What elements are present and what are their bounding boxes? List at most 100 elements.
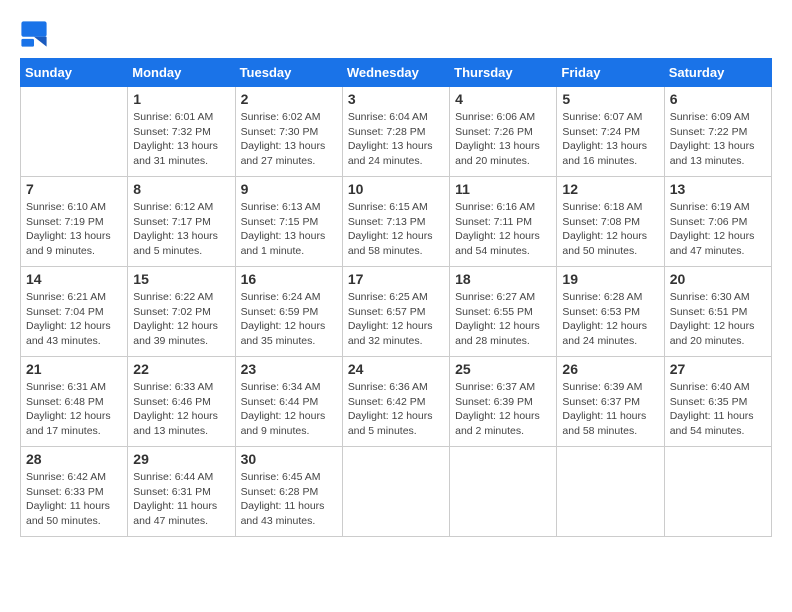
cell-content: Sunrise: 6:39 AM Sunset: 6:37 PM Dayligh… bbox=[562, 380, 658, 439]
cell-content: Sunrise: 6:02 AM Sunset: 7:30 PM Dayligh… bbox=[241, 110, 337, 169]
calendar-cell: 25Sunrise: 6:37 AM Sunset: 6:39 PM Dayli… bbox=[450, 357, 557, 447]
calendar-cell: 12 Sunrise: 6:18 AM Sunset: 7:08 PM Dayli… bbox=[557, 177, 664, 267]
day-number: 4 bbox=[455, 91, 551, 107]
cell-content: Sunrise: 6:07 AM Sunset: 7:24 PM Dayligh… bbox=[562, 110, 658, 169]
cell-content: Sunrise: 6:06 AM Sunset: 7:26 PM Dayligh… bbox=[455, 110, 551, 169]
cell-content: Sunrise: 6:30 AM Sunset: 6:51 PM Dayligh… bbox=[670, 290, 766, 349]
calendar-cell: 9 Sunrise: 6:13 AM Sunset: 7:15 PM Daylig… bbox=[235, 177, 342, 267]
week-row-4: 21 Sunrise: 6:31 AM Sunset: 6:48 PM Dayli… bbox=[21, 357, 772, 447]
day-number: 27 bbox=[670, 361, 766, 377]
cell-content: Sunrise: 6:09 AM Sunset: 7:22 PM Dayligh… bbox=[670, 110, 766, 169]
calendar-cell: 1Sunrise: 6:01 AM Sunset: 7:32 PM Daylig… bbox=[128, 87, 235, 177]
cell-content: Sunrise: 6:31 AM Sunset: 6:48 PM Dayligh… bbox=[26, 380, 122, 439]
day-number: 5 bbox=[562, 91, 658, 107]
cell-content: Sunrise: 6:37 AM Sunset: 6:39 PM Dayligh… bbox=[455, 380, 551, 439]
day-number: 3 bbox=[348, 91, 444, 107]
calendar-cell: 18 Sunrise: 6:27 AM Sunset: 6:55 PM Dayli… bbox=[450, 267, 557, 357]
header-cell-tuesday: Tuesday bbox=[235, 59, 342, 87]
header-cell-wednesday: Wednesday bbox=[342, 59, 449, 87]
calendar-cell bbox=[557, 447, 664, 537]
cell-content: Sunrise: 6:12 AM Sunset: 7:17 PM Dayligh… bbox=[133, 200, 229, 259]
day-number: 10 bbox=[348, 181, 444, 197]
cell-content: Sunrise: 6:22 AM Sunset: 7:02 PM Dayligh… bbox=[133, 290, 229, 349]
calendar-cell bbox=[21, 87, 128, 177]
calendar-cell: 22 Sunrise: 6:33 AM Sunset: 6:46 PM Dayli… bbox=[128, 357, 235, 447]
calendar-cell: 19 Sunrise: 6:28 AM Sunset: 6:53 PM Dayli… bbox=[557, 267, 664, 357]
header-row: SundayMondayTuesdayWednesdayThursdayFrid… bbox=[21, 59, 772, 87]
cell-content: Sunrise: 6:13 AM Sunset: 7:15 PM Dayligh… bbox=[241, 200, 337, 259]
day-number: 11 bbox=[455, 181, 551, 197]
day-number: 12 bbox=[562, 181, 658, 197]
cell-content: Sunrise: 6:16 AM Sunset: 7:11 PM Dayligh… bbox=[455, 200, 551, 259]
cell-content: Sunrise: 6:45 AM Sunset: 6:28 PM Dayligh… bbox=[241, 470, 337, 529]
cell-content: Sunrise: 6:10 AM Sunset: 7:19 PM Dayligh… bbox=[26, 200, 122, 259]
logo bbox=[20, 20, 50, 48]
day-number: 20 bbox=[670, 271, 766, 287]
cell-content: Sunrise: 6:25 AM Sunset: 6:57 PM Dayligh… bbox=[348, 290, 444, 349]
calendar-cell: 4 Sunrise: 6:06 AM Sunset: 7:26 PM Daylig… bbox=[450, 87, 557, 177]
calendar-cell: 15 Sunrise: 6:22 AM Sunset: 7:02 PM Dayli… bbox=[128, 267, 235, 357]
cell-content: Sunrise: 6:15 AM Sunset: 7:13 PM Dayligh… bbox=[348, 200, 444, 259]
calendar-cell bbox=[342, 447, 449, 537]
calendar-cell: 6 Sunrise: 6:09 AM Sunset: 7:22 PM Daylig… bbox=[664, 87, 771, 177]
day-number: 30 bbox=[241, 451, 337, 467]
day-number: 22 bbox=[133, 361, 229, 377]
header-cell-monday: Monday bbox=[128, 59, 235, 87]
logo-icon bbox=[20, 20, 48, 48]
day-number: 18 bbox=[455, 271, 551, 287]
calendar-cell bbox=[664, 447, 771, 537]
header-cell-thursday: Thursday bbox=[450, 59, 557, 87]
day-number: 7 bbox=[26, 181, 122, 197]
cell-content: Sunrise: 6:40 AM Sunset: 6:35 PM Dayligh… bbox=[670, 380, 766, 439]
calendar-cell: 30 Sunrise: 6:45 AM Sunset: 6:28 PM Dayli… bbox=[235, 447, 342, 537]
calendar-cell: 21 Sunrise: 6:31 AM Sunset: 6:48 PM Dayli… bbox=[21, 357, 128, 447]
cell-content: Sunrise: 6:42 AM Sunset: 6:33 PM Dayligh… bbox=[26, 470, 122, 529]
day-number: 19 bbox=[562, 271, 658, 287]
day-number: 21 bbox=[26, 361, 122, 377]
calendar-cell: 2Sunrise: 6:02 AM Sunset: 7:30 PM Daylig… bbox=[235, 87, 342, 177]
calendar-table: SundayMondayTuesdayWednesdayThursdayFrid… bbox=[20, 58, 772, 537]
calendar-cell: 11 Sunrise: 6:16 AM Sunset: 7:11 PM Dayli… bbox=[450, 177, 557, 267]
cell-content: Sunrise: 6:19 AM Sunset: 7:06 PM Dayligh… bbox=[670, 200, 766, 259]
cell-content: Sunrise: 6:36 AM Sunset: 6:42 PM Dayligh… bbox=[348, 380, 444, 439]
header-cell-friday: Friday bbox=[557, 59, 664, 87]
day-number: 15 bbox=[133, 271, 229, 287]
cell-content: Sunrise: 6:44 AM Sunset: 6:31 PM Dayligh… bbox=[133, 470, 229, 529]
day-number: 8 bbox=[133, 181, 229, 197]
day-number: 6 bbox=[670, 91, 766, 107]
week-row-5: 28 Sunrise: 6:42 AM Sunset: 6:33 PM Dayli… bbox=[21, 447, 772, 537]
calendar-cell: 16 Sunrise: 6:24 AM Sunset: 6:59 PM Dayli… bbox=[235, 267, 342, 357]
calendar-cell: 17 Sunrise: 6:25 AM Sunset: 6:57 PM Dayli… bbox=[342, 267, 449, 357]
calendar-cell: 14 Sunrise: 6:21 AM Sunset: 7:04 PM Dayli… bbox=[21, 267, 128, 357]
calendar-cell: 27 Sunrise: 6:40 AM Sunset: 6:35 PM Dayli… bbox=[664, 357, 771, 447]
cell-content: Sunrise: 6:18 AM Sunset: 7:08 PM Dayligh… bbox=[562, 200, 658, 259]
calendar-cell: 7 Sunrise: 6:10 AM Sunset: 7:19 PM Daylig… bbox=[21, 177, 128, 267]
day-number: 9 bbox=[241, 181, 337, 197]
day-number: 28 bbox=[26, 451, 122, 467]
day-number: 24 bbox=[348, 361, 444, 377]
cell-content: Sunrise: 6:27 AM Sunset: 6:55 PM Dayligh… bbox=[455, 290, 551, 349]
cell-content: Sunrise: 6:33 AM Sunset: 6:46 PM Dayligh… bbox=[133, 380, 229, 439]
calendar-cell: 20 Sunrise: 6:30 AM Sunset: 6:51 PM Dayli… bbox=[664, 267, 771, 357]
calendar-cell: 10 Sunrise: 6:15 AM Sunset: 7:13 PM Dayli… bbox=[342, 177, 449, 267]
calendar-cell: 5 Sunrise: 6:07 AM Sunset: 7:24 PM Daylig… bbox=[557, 87, 664, 177]
page-header bbox=[20, 20, 772, 48]
calendar-cell: 28 Sunrise: 6:42 AM Sunset: 6:33 PM Dayli… bbox=[21, 447, 128, 537]
day-number: 17 bbox=[348, 271, 444, 287]
cell-content: Sunrise: 6:24 AM Sunset: 6:59 PM Dayligh… bbox=[241, 290, 337, 349]
calendar-cell: 23Sunrise: 6:34 AM Sunset: 6:44 PM Dayli… bbox=[235, 357, 342, 447]
cell-content: Sunrise: 6:34 AM Sunset: 6:44 PM Dayligh… bbox=[241, 380, 337, 439]
calendar-cell: 29Sunrise: 6:44 AM Sunset: 6:31 PM Dayli… bbox=[128, 447, 235, 537]
calendar-cell bbox=[450, 447, 557, 537]
day-number: 14 bbox=[26, 271, 122, 287]
day-number: 1 bbox=[133, 91, 229, 107]
header-cell-sunday: Sunday bbox=[21, 59, 128, 87]
day-number: 16 bbox=[241, 271, 337, 287]
cell-content: Sunrise: 6:28 AM Sunset: 6:53 PM Dayligh… bbox=[562, 290, 658, 349]
week-row-2: 7 Sunrise: 6:10 AM Sunset: 7:19 PM Daylig… bbox=[21, 177, 772, 267]
header-cell-saturday: Saturday bbox=[664, 59, 771, 87]
calendar-body: 1Sunrise: 6:01 AM Sunset: 7:32 PM Daylig… bbox=[21, 87, 772, 537]
calendar-header: SundayMondayTuesdayWednesdayThursdayFrid… bbox=[21, 59, 772, 87]
cell-content: Sunrise: 6:21 AM Sunset: 7:04 PM Dayligh… bbox=[26, 290, 122, 349]
calendar-cell: 8 Sunrise: 6:12 AM Sunset: 7:17 PM Daylig… bbox=[128, 177, 235, 267]
